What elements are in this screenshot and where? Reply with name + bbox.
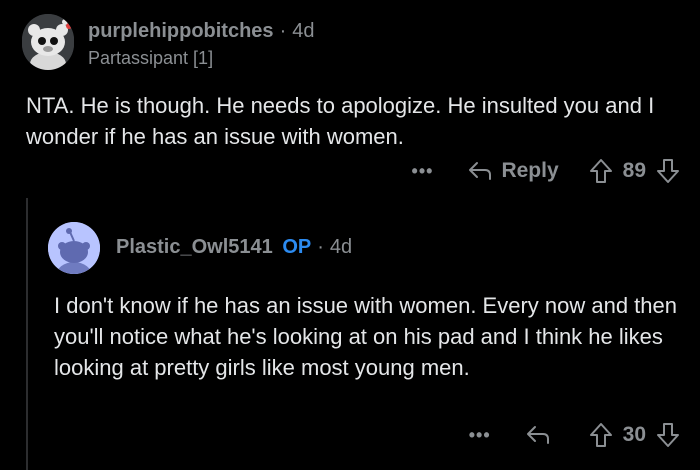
comment-header: purplehippobitches · 4d Partassipant [1] [22, 10, 682, 72]
downvote-arrow-icon[interactable] [656, 422, 680, 448]
thread-line[interactable] [26, 198, 28, 470]
downvote-arrow-icon[interactable] [656, 158, 680, 184]
comment-body: I don't know if he has an issue with wom… [54, 293, 677, 380]
reply-button[interactable]: Reply [467, 159, 559, 183]
comment-author-line: purplehippobitches · 4d [88, 20, 314, 43]
vote-count: 30 [622, 423, 646, 446]
vote-controls: 30 [589, 422, 680, 448]
separator-dot: · [279, 20, 287, 42]
op-badge: OP [282, 236, 312, 258]
separator-dot: · [317, 236, 324, 258]
vote-count: 89 [622, 159, 646, 182]
author-name[interactable]: purplehippobitches [88, 20, 274, 42]
reply-arrow-icon [526, 426, 549, 444]
comment-author-line: Plastic_Owl5141 OP · 4d [116, 236, 352, 259]
user-flair: Partassipant [1] [88, 48, 214, 68]
comment-body: NTA. He is though. He needs to apologize… [26, 93, 655, 149]
comment-actions: ••• 30 [469, 416, 680, 454]
upvote-arrow-icon[interactable] [589, 158, 613, 184]
reply-label: Reply [501, 159, 559, 182]
avatar[interactable] [48, 222, 100, 274]
snoo-avatar-icon [48, 222, 100, 274]
avatar[interactable] [22, 14, 74, 70]
timestamp: 4d [329, 236, 353, 258]
reply-arrow-icon [469, 162, 492, 180]
snoo-avatar-icon [22, 14, 74, 70]
author-name[interactable]: Plastic_Owl5141 [116, 236, 273, 258]
more-options-icon[interactable]: ••• [469, 425, 491, 446]
more-options-icon[interactable]: ••• [412, 161, 434, 182]
vote-controls: 89 [589, 158, 680, 184]
reply-button[interactable] [525, 424, 559, 446]
comment-actions: ••• Reply 89 [412, 152, 680, 190]
timestamp: 4d [292, 20, 315, 42]
upvote-arrow-icon[interactable] [589, 422, 613, 448]
